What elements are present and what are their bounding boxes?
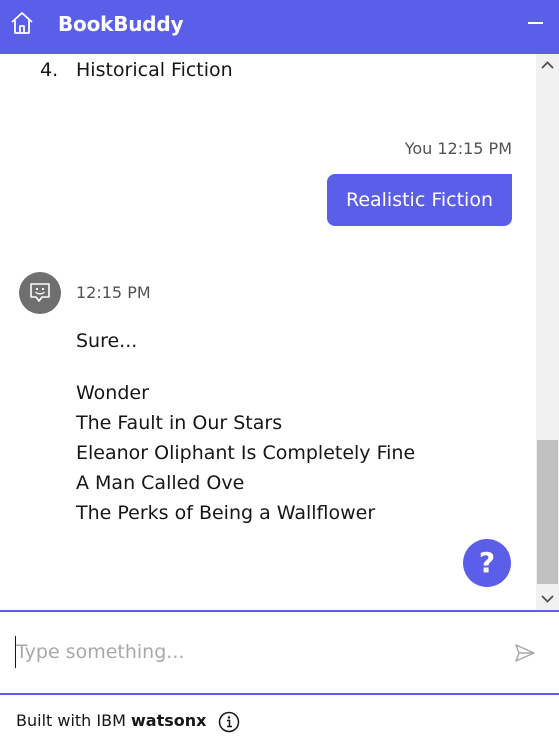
- user-message-bubble: Realistic Fiction: [326, 174, 512, 226]
- list-item: 4. Historical Fiction: [40, 58, 233, 82]
- minimize-button[interactable]: [526, 15, 546, 33]
- chevron-up-icon: [541, 61, 554, 69]
- book-item: Wonder: [76, 382, 149, 404]
- info-icon: [218, 711, 240, 733]
- scroll-up-button[interactable]: [536, 54, 559, 77]
- chevron-down-icon: [541, 595, 554, 603]
- bot-message-time: 12:15 PM: [76, 283, 151, 302]
- user-message-meta: You 12:15 PM: [404, 139, 512, 158]
- home-button[interactable]: [9, 10, 35, 36]
- footer-text: Built with IBM watsonx: [16, 711, 206, 731]
- help-button[interactable]: ?: [463, 539, 511, 587]
- list-item-text: Historical Fiction: [76, 59, 233, 81]
- bot-message-intro: Sure...: [76, 330, 138, 352]
- chat-message-area: 4. Historical Fiction You 12:15 PM Realis…: [0, 54, 536, 610]
- message-input-bar: [0, 610, 559, 695]
- bot-message-body: Sure... Wonder The Fault in Our Stars El…: [76, 326, 415, 528]
- chat-header: BookBuddy: [0, 0, 559, 54]
- scroll-down-button[interactable]: [536, 587, 559, 610]
- footer: Built with IBM watsonx: [0, 695, 559, 744]
- bot-avatar: [19, 272, 61, 314]
- message-input[interactable]: [15, 636, 486, 668]
- home-icon: [11, 12, 33, 34]
- chat-bot-icon: [30, 283, 50, 302]
- send-button[interactable]: [513, 641, 537, 665]
- list-item-number: 4.: [40, 59, 59, 81]
- book-item: The Perks of Being a Wallflower: [76, 502, 376, 524]
- book-item: Eleanor Oliphant Is Completely Fine: [76, 442, 416, 464]
- footer-prefix: Built with IBM: [16, 711, 126, 730]
- book-item: A Man Called Ove: [76, 472, 245, 494]
- chat-scrollbar[interactable]: [536, 54, 559, 610]
- footer-brand: watsonx: [131, 711, 207, 730]
- book-item: The Fault in Our Stars: [76, 412, 283, 434]
- app-title: BookBuddy: [58, 12, 184, 36]
- scroll-thumb[interactable]: [537, 440, 558, 584]
- send-icon: [515, 644, 535, 662]
- info-button[interactable]: [218, 711, 240, 733]
